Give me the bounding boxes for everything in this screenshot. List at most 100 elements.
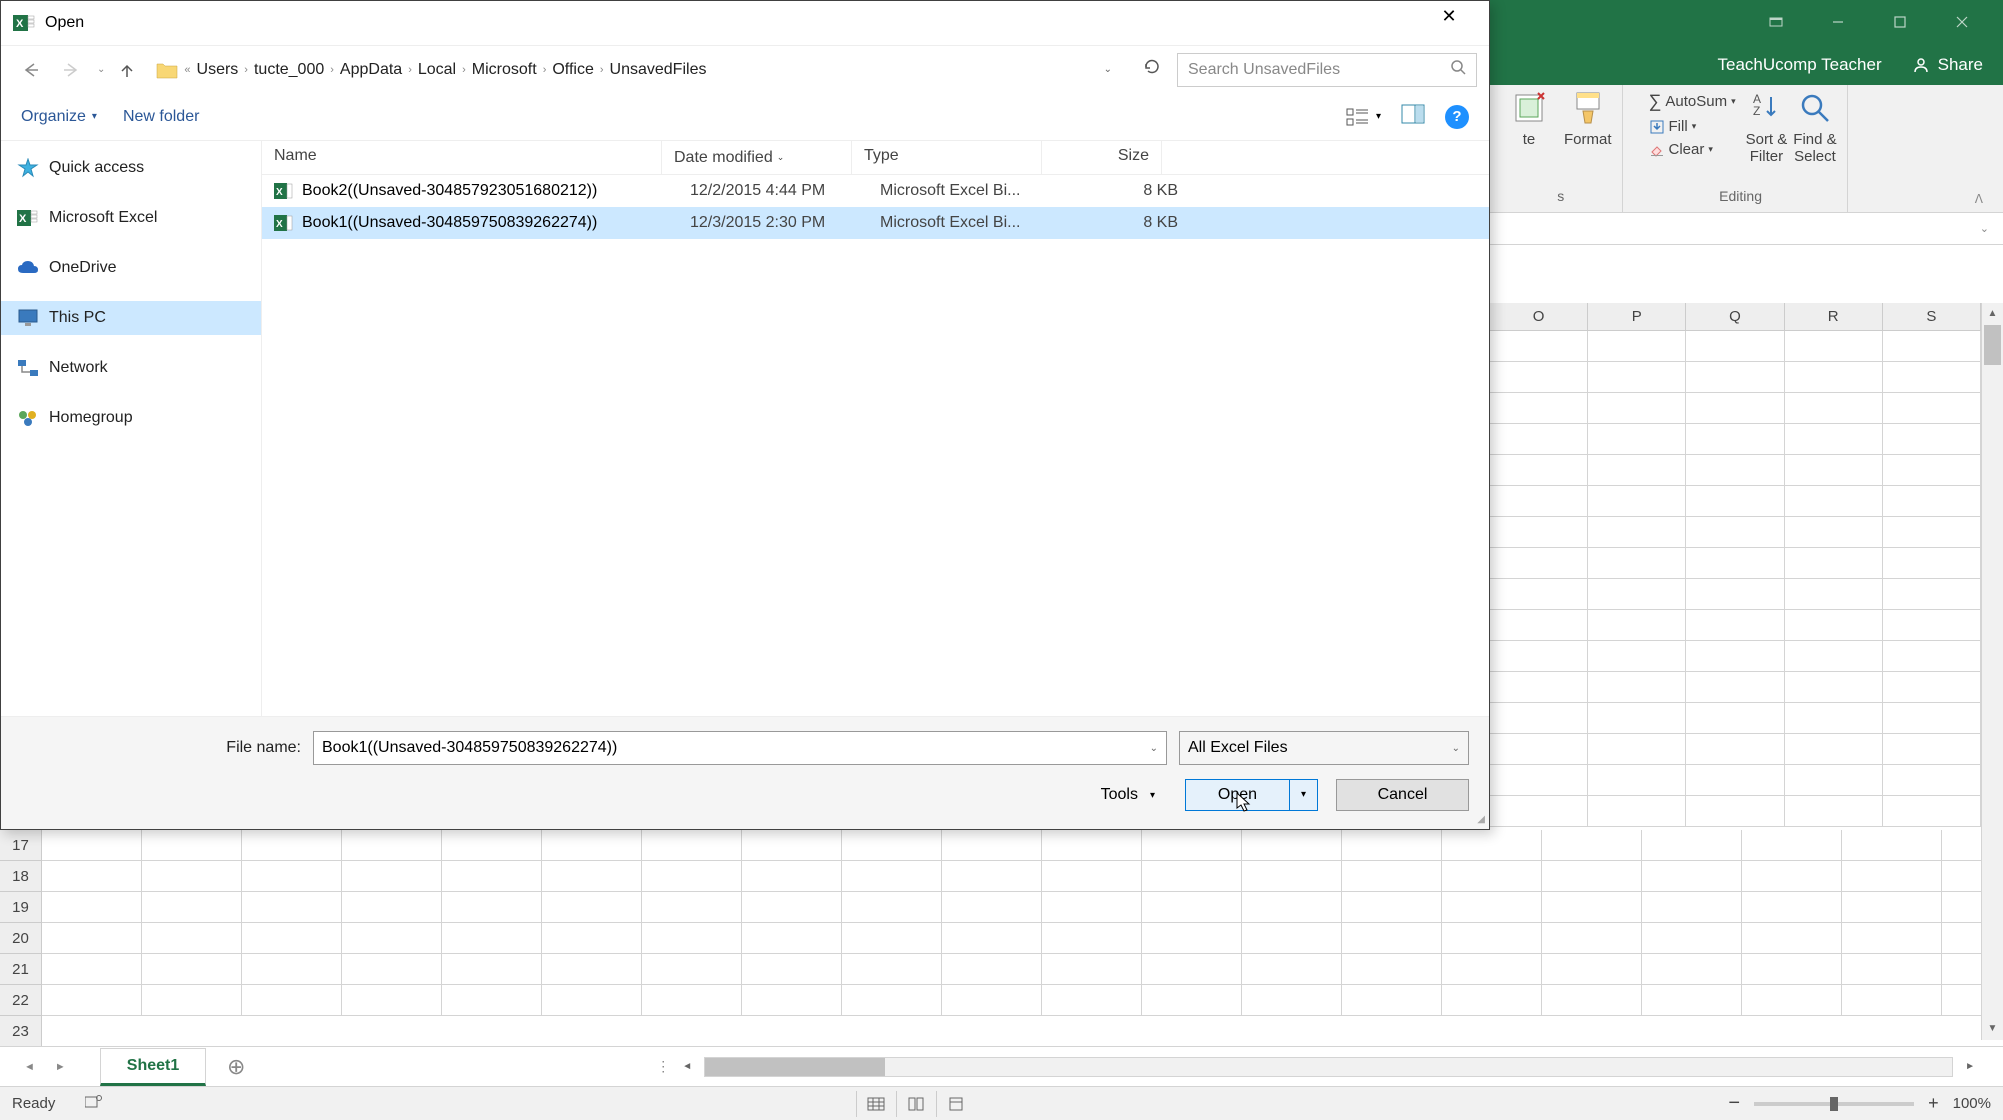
user-label: TeachUcomp Teacher — [1718, 55, 1882, 75]
zoom-out-button[interactable]: − — [1728, 1092, 1740, 1115]
zoom-in-button[interactable]: + — [1928, 1093, 1939, 1114]
forward-button[interactable] — [55, 53, 89, 87]
preview-pane-button[interactable] — [1401, 104, 1425, 129]
open-dialog: X Open ✕ ⌄ « Users› tucte_000› AppData› … — [0, 0, 1490, 830]
back-button[interactable] — [13, 53, 47, 87]
collapse-ribbon-icon[interactable]: ᐱ — [1965, 186, 1993, 212]
col-header-p[interactable]: P — [1588, 303, 1686, 330]
view-options-button[interactable]: ▾ — [1346, 107, 1381, 127]
search-input[interactable]: Search UnsavedFiles — [1177, 53, 1477, 87]
macro-record-icon[interactable] — [85, 1095, 103, 1113]
breadcrumb-item[interactable]: tucte_000 — [254, 61, 324, 79]
format-button[interactable]: Format — [1564, 89, 1612, 148]
header-date[interactable]: Date modified⌄ — [662, 141, 852, 174]
tools-button[interactable]: Tools▾ — [1089, 780, 1167, 810]
hscroll-thumb[interactable] — [705, 1058, 885, 1076]
maximize-icon[interactable] — [1869, 0, 1931, 44]
fill-button[interactable]: Fill▾ — [1645, 116, 1740, 137]
status-bar: Ready − + 100% — [0, 1086, 2003, 1120]
horizontal-scrollbar[interactable]: ⋮ ◄ ► — [656, 1057, 2003, 1077]
sidebar-item-onedrive[interactable]: OneDrive — [1, 251, 261, 285]
sidebar-item-this-pc[interactable]: This PC — [1, 301, 261, 335]
excel-icon: X — [17, 208, 39, 228]
sort-filter-button[interactable]: AZ Sort & Filter — [1746, 89, 1788, 165]
scroll-thumb[interactable] — [1984, 325, 2001, 365]
vertical-scrollbar[interactable]: ▲ ▼ — [1981, 303, 2003, 1040]
row-header[interactable]: 19 — [0, 892, 42, 923]
cancel-button[interactable]: Cancel — [1336, 779, 1469, 811]
new-sheet-button[interactable]: ⊕ — [216, 1054, 256, 1080]
sidebar-item-network[interactable]: Network — [1, 351, 261, 385]
sidebar-item-quick-access[interactable]: Quick access — [1, 151, 261, 185]
row-header[interactable]: 18 — [0, 861, 42, 892]
file-row[interactable]: X Book2((Unsaved-304857923051680212)) 12… — [262, 175, 1489, 207]
formula-bar-expand-icon[interactable]: ⌄ — [1980, 222, 2003, 235]
share-button[interactable]: Share — [1912, 55, 1983, 75]
up-button[interactable] — [113, 53, 141, 87]
tab-nav-prev-icon[interactable]: ◄ — [24, 1061, 35, 1073]
chevron-down-icon[interactable]: ⌄ — [1452, 743, 1460, 754]
normal-view-button[interactable] — [856, 1091, 896, 1117]
autosum-button[interactable]: ∑AutoSum▾ — [1645, 89, 1740, 114]
zoom-slider[interactable] — [1754, 1102, 1914, 1106]
clear-button[interactable]: Clear▾ — [1645, 139, 1740, 160]
sheet-tab[interactable]: Sheet1 — [100, 1048, 206, 1086]
sidebar-item-label: Network — [49, 359, 108, 377]
header-type[interactable]: Type — [852, 141, 1042, 174]
hscroll-left-icon[interactable]: ◄ — [676, 1061, 698, 1072]
file-type-filter[interactable]: All Excel Files ⌄ — [1179, 731, 1469, 765]
find-select-button[interactable]: Find & Select — [1793, 89, 1836, 165]
row-header[interactable]: 21 — [0, 954, 42, 985]
dialog-nav: ⌄ « Users› tucte_000› AppData› Local› Mi… — [1, 45, 1489, 93]
close-icon[interactable] — [1931, 0, 1993, 44]
new-folder-button[interactable]: New folder — [123, 108, 199, 126]
organize-button[interactable]: Organize▾ — [21, 108, 97, 126]
help-button[interactable]: ? — [1445, 105, 1469, 129]
breadcrumb-item[interactable]: Microsoft — [472, 61, 537, 79]
page-layout-view-button[interactable] — [896, 1091, 936, 1117]
file-size: 8 KB — [1070, 182, 1178, 200]
dialog-close-button[interactable]: ✕ — [1421, 6, 1477, 40]
row-header[interactable]: 20 — [0, 923, 42, 954]
row-header[interactable]: 23 — [0, 1016, 42, 1047]
scroll-down-icon[interactable]: ▼ — [1982, 1018, 2003, 1040]
page-break-view-button[interactable] — [936, 1091, 976, 1117]
resize-grip-icon[interactable]: ◢ — [1477, 814, 1485, 825]
recent-dropdown-icon[interactable]: ⌄ — [97, 64, 105, 75]
filename-input[interactable]: Book1((Unsaved-304859750839262274)) ⌄ — [313, 731, 1167, 765]
file-row[interactable]: X Book1((Unsaved-304859750839262274)) 12… — [262, 207, 1489, 239]
sidebar-item-label: Quick access — [49, 159, 144, 177]
sidebar-item-excel[interactable]: X Microsoft Excel — [1, 201, 261, 235]
breadcrumb-item[interactable]: Users — [197, 61, 239, 79]
minimize-icon[interactable] — [1807, 0, 1869, 44]
sheet-tab-bar: ◄ ► Sheet1 ⊕ ⋮ ◄ ► — [0, 1046, 2003, 1086]
header-name[interactable]: Name — [262, 141, 662, 174]
col-header-s[interactable]: S — [1883, 303, 1981, 330]
ribbon-display-options-icon[interactable] — [1745, 0, 1807, 44]
file-name: Book1((Unsaved-304859750839262274)) — [302, 214, 690, 232]
row-header[interactable]: 17 — [0, 830, 42, 861]
refresh-button[interactable] — [1135, 58, 1169, 81]
breadcrumb-item[interactable]: Office — [552, 61, 594, 79]
breadcrumb-dropdown-icon[interactable]: ⌄ — [1096, 64, 1120, 75]
col-header-r[interactable]: R — [1785, 303, 1883, 330]
open-dropdown-icon[interactable]: ▾ — [1289, 780, 1317, 810]
col-header-q[interactable]: Q — [1686, 303, 1784, 330]
breadcrumb-item[interactable]: Local — [418, 61, 456, 79]
sidebar-item-homegroup[interactable]: Homegroup — [1, 401, 261, 435]
chevron-down-icon[interactable]: ⌄ — [1150, 743, 1158, 754]
ribbon-cells-group-partial: te Format s — [1500, 85, 1623, 212]
breadcrumb-item[interactable]: UnsavedFiles — [610, 61, 707, 79]
status-label: Ready — [12, 1095, 55, 1112]
zoom-level[interactable]: 100% — [1953, 1095, 1991, 1112]
header-size[interactable]: Size — [1042, 141, 1162, 174]
delete-button-partial[interactable]: te — [1510, 89, 1548, 148]
filename-value: Book1((Unsaved-304859750839262274)) — [322, 739, 617, 757]
breadcrumb-item[interactable]: AppData — [340, 61, 402, 79]
col-header-o[interactable]: O — [1490, 303, 1588, 330]
row-header[interactable]: 22 — [0, 985, 42, 1016]
hscroll-right-icon[interactable]: ► — [1959, 1061, 1981, 1072]
tab-nav-next-icon[interactable]: ► — [55, 1061, 66, 1073]
breadcrumb[interactable]: « Users› tucte_000› AppData› Local› Micr… — [149, 53, 1127, 87]
scroll-up-icon[interactable]: ▲ — [1982, 303, 2003, 325]
